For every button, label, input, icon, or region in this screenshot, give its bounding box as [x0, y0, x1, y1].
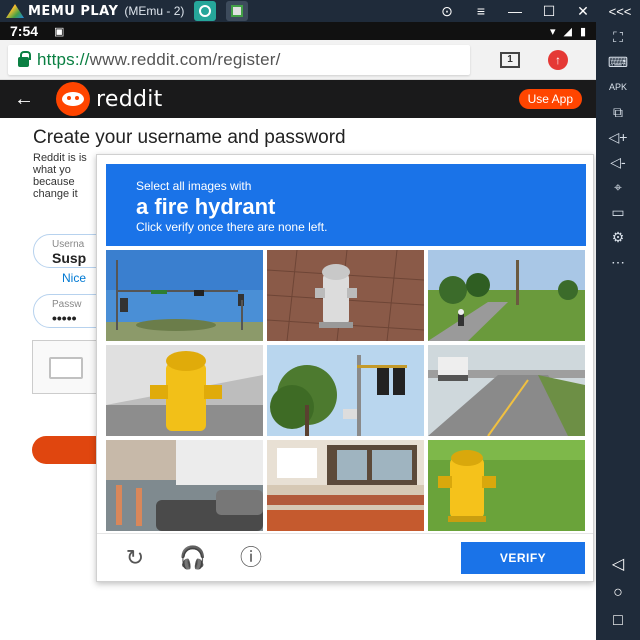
- memu-logo-icon: [6, 4, 24, 18]
- lock-icon: [18, 50, 31, 67]
- more-icon[interactable]: ⋯: [603, 253, 633, 272]
- menu-button[interactable]: ≡: [464, 3, 498, 19]
- yellow-hydrant-grass-image: [428, 440, 585, 531]
- reddit-wordmark[interactable]: reddit: [96, 87, 163, 112]
- info-icon[interactable]: ⓘ: [237, 544, 265, 572]
- captcha-tile-9[interactable]: [428, 440, 585, 531]
- emulator-title-bar: MEMU PLAY (MEmu - 2) ⊙ ≡ — ☐ ✕ <<<: [0, 0, 640, 22]
- home-tab-icon: [199, 5, 212, 17]
- settings-icon[interactable]: ⚙: [603, 228, 633, 247]
- home-nav-icon[interactable]: ○: [613, 584, 623, 602]
- location-icon[interactable]: ⌖: [603, 178, 633, 197]
- address-bar[interactable]: https://www.reddit.com/register/: [8, 44, 470, 75]
- verify-button[interactable]: VERIFY: [461, 542, 585, 574]
- parked-cars-image: [106, 440, 263, 531]
- emulator-tab-app[interactable]: [226, 1, 249, 21]
- captcha-challenge: Select all images with a fire hydrant Cl…: [96, 154, 594, 582]
- traffic-signal-image: [106, 250, 263, 341]
- captcha-line-3: Click verify once there are none left.: [136, 220, 328, 234]
- maximize-button[interactable]: ☐: [532, 3, 566, 20]
- folder-icon[interactable]: ▭: [603, 203, 633, 222]
- emulator-instance-label: (MEmu - 2): [124, 4, 185, 18]
- recaptcha-checkbox[interactable]: [49, 357, 83, 379]
- window-controls: ⊙ ≡ — ☐ ✕ <<<: [430, 3, 640, 20]
- captcha-line-1: Select all images with: [136, 179, 252, 193]
- apk-icon[interactable]: APK: [603, 78, 633, 97]
- close-button[interactable]: ✕: [566, 3, 600, 20]
- multi-window-icon[interactable]: ⧉: [603, 103, 633, 122]
- captcha-tile-8[interactable]: [267, 440, 424, 531]
- signal-icon: ◢: [563, 25, 572, 38]
- tree-traffic-light-image: [267, 345, 424, 436]
- battery-icon: ▮: [579, 25, 586, 38]
- record-button[interactable]: ⊙: [430, 3, 464, 20]
- collapse-toolbar-button[interactable]: <<<: [600, 4, 640, 19]
- status-bar: 7:54 ▣ ▾ ◢ ▮: [0, 22, 596, 40]
- captcha-tile-4[interactable]: [106, 345, 263, 436]
- volume-down-icon[interactable]: ◁-: [603, 153, 633, 172]
- storefront-image: [267, 440, 424, 531]
- fire-hydrant-brick-image: [267, 250, 424, 341]
- captcha-tile-1[interactable]: [106, 250, 263, 341]
- captcha-grid: [106, 250, 586, 532]
- url-scheme: https://: [37, 49, 90, 69]
- url-path: www.reddit.com/register/: [89, 49, 281, 69]
- emulator-brand: MEMU PLAY: [28, 3, 119, 19]
- headphones-icon[interactable]: 🎧: [179, 544, 207, 572]
- minimize-button[interactable]: —: [498, 3, 532, 19]
- reddit-header: ← reddit Use App: [0, 80, 596, 118]
- captcha-tile-3[interactable]: [428, 250, 585, 341]
- back-arrow-icon[interactable]: ←: [14, 88, 34, 111]
- url-text: https://www.reddit.com/register/: [37, 50, 281, 70]
- use-app-button[interactable]: Use App: [518, 89, 582, 109]
- road-cyclist-image: [428, 250, 585, 341]
- status-time: 7:54: [10, 23, 39, 39]
- fullscreen-icon[interactable]: ⛶: [603, 28, 633, 47]
- notification-icon: ▣: [54, 25, 65, 38]
- keyboard-icon[interactable]: ⌨: [603, 53, 633, 72]
- captcha-footer: ↻ 🎧 ⓘ VERIFY: [97, 533, 593, 581]
- username-available-hint: Nice: [62, 271, 87, 285]
- captcha-tile-5[interactable]: [267, 345, 424, 436]
- captcha-tile-6[interactable]: [428, 345, 585, 436]
- memu-logo: MEMU PLAY: [6, 4, 118, 19]
- captcha-target: a fire hydrant: [136, 194, 276, 219]
- tab-switcher-button[interactable]: 1: [500, 51, 520, 68]
- page-description: Reddit is is what yo because change it: [33, 152, 87, 200]
- emulator-tab-home[interactable]: [194, 1, 217, 21]
- captcha-tile-7[interactable]: [106, 440, 263, 531]
- captcha-instructions: Select all images with a fire hydrant Cl…: [106, 164, 586, 246]
- phone-screen: 7:54 ▣ ▾ ◢ ▮ https://www.reddit.com/regi…: [0, 22, 596, 640]
- emulator-side-toolbar: ⛶ ⌨ APK ⧉ ◁+ ◁- ⌖ ▭ ⚙ ⋯: [596, 22, 640, 640]
- yellow-fire-hydrant-image: [106, 345, 263, 436]
- captcha-tile-2[interactable]: [267, 250, 424, 341]
- android-nav: ◁ ○ □: [596, 554, 640, 630]
- recents-nav-icon[interactable]: □: [613, 612, 623, 630]
- back-nav-icon[interactable]: ◁: [612, 554, 624, 574]
- reddit-snoo-icon[interactable]: [56, 82, 90, 116]
- app-tab-icon: [231, 5, 244, 17]
- highway-truck-image: [428, 345, 585, 436]
- page-title: Create your username and password: [33, 127, 346, 148]
- browser-toolbar: https://www.reddit.com/register/ 1 ↑: [0, 40, 596, 80]
- browser-menu-icon[interactable]: ↑: [548, 49, 568, 70]
- wifi-icon: ▾: [549, 25, 556, 38]
- volume-up-icon[interactable]: ◁+: [603, 128, 633, 147]
- refresh-icon[interactable]: ↻: [121, 544, 149, 572]
